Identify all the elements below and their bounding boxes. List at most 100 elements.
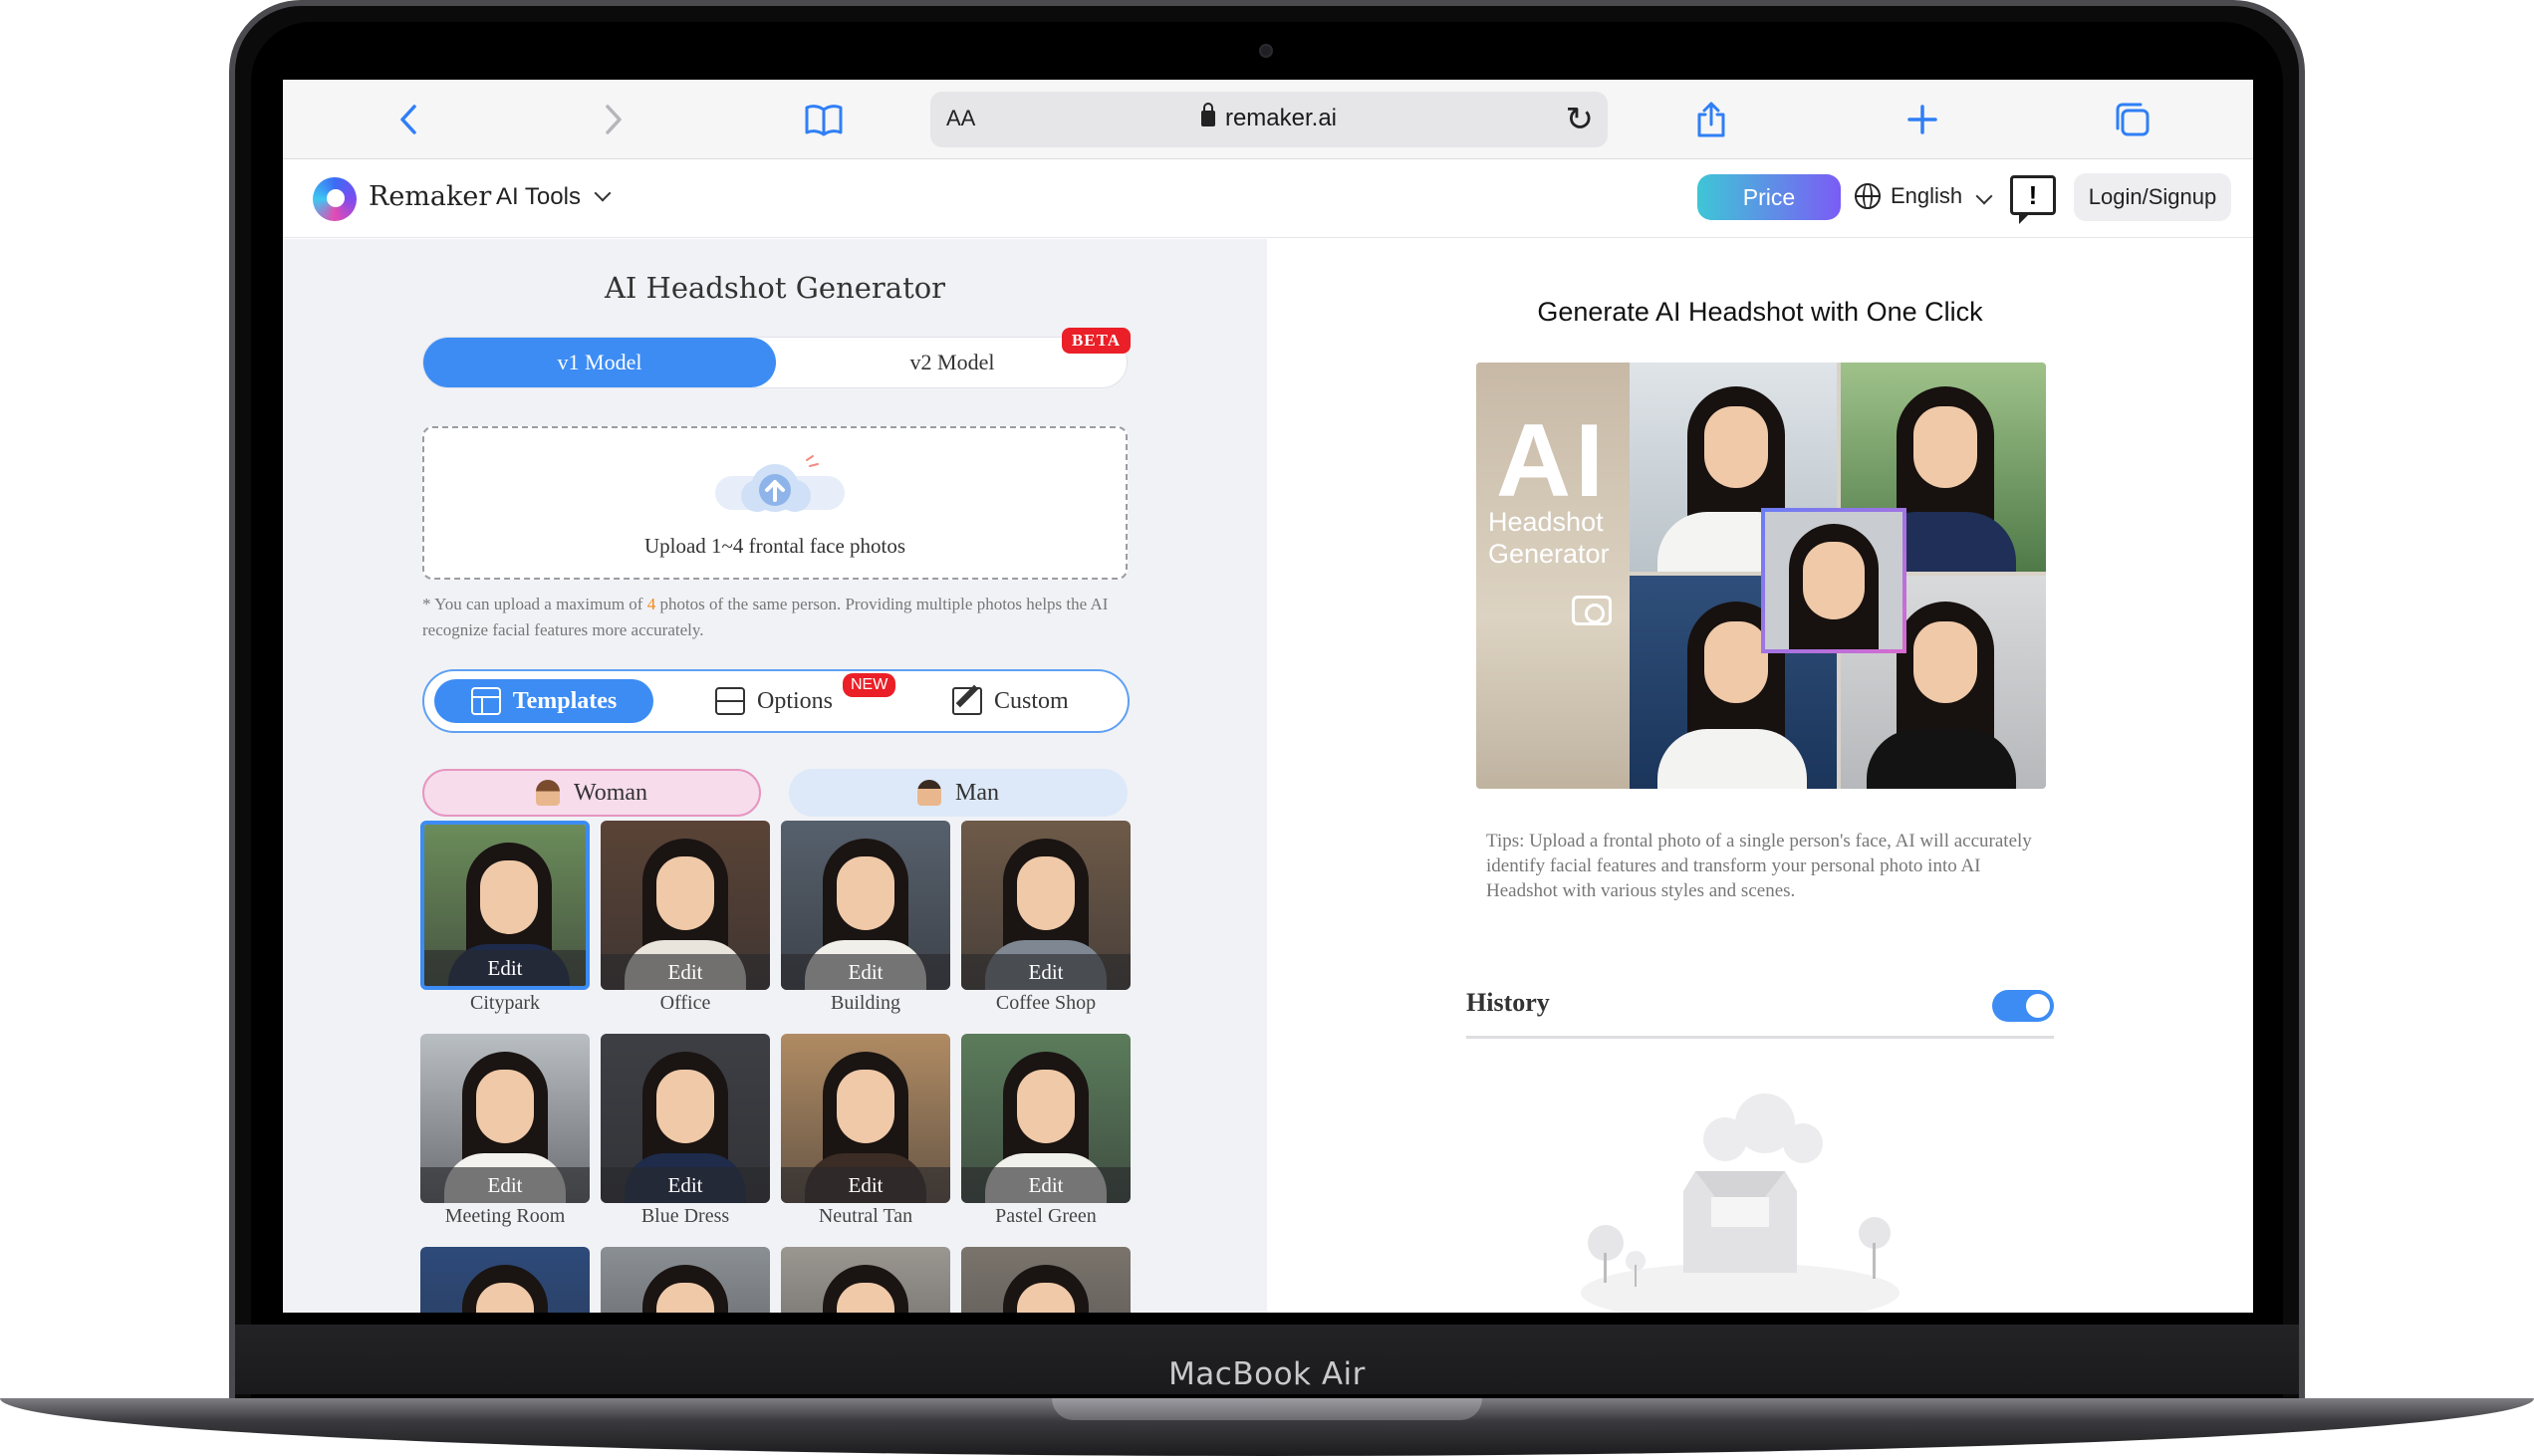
- page-title: AI Headshot Generator: [604, 271, 946, 305]
- tabs-icon[interactable]: [2110, 98, 2154, 141]
- chevron-down-icon: [1975, 187, 1993, 205]
- template-thumbnail[interactable]: Edit: [420, 1034, 590, 1203]
- template-thumbnail[interactable]: [961, 1247, 1131, 1313]
- template-thumbnail[interactable]: Edit: [781, 821, 950, 990]
- edit-template-button[interactable]: Edit: [601, 954, 770, 990]
- template-thumbnail[interactable]: [781, 1247, 950, 1313]
- chevron-down-icon: [594, 184, 612, 202]
- edit-template-button[interactable]: Edit: [424, 950, 586, 986]
- browser-toolbar: AA remaker.ai ↻: [283, 80, 2253, 159]
- template-card[interactable]: Edit Coffee Shop: [961, 821, 1131, 1015]
- remaker-logo[interactable]: [313, 177, 357, 221]
- share-icon[interactable]: [1689, 98, 1733, 141]
- back-icon[interactable]: [386, 98, 430, 141]
- template-label: Meeting Room: [444, 1205, 566, 1227]
- template-label: Building: [830, 992, 900, 1014]
- history-toggle[interactable]: [1992, 990, 2054, 1022]
- mode-tabs: Templates Options NEW Custom: [422, 669, 1130, 733]
- device-brand: MacBook Air: [1168, 1356, 1366, 1392]
- edit-template-button[interactable]: Edit: [961, 1167, 1131, 1203]
- model-switch: v1 Model v2 Model BETA: [422, 328, 1131, 388]
- template-card[interactable]: Edit Meeting Room: [420, 1034, 590, 1228]
- history-heading: History: [1466, 988, 1550, 1017]
- preview-title: Generate AI Headshot with One Click: [1537, 297, 1983, 327]
- template-thumbnail[interactable]: Edit: [961, 821, 1131, 990]
- hero-banner-image: AI Headshot Generator: [1476, 363, 2046, 789]
- lock-icon: [1200, 103, 1215, 126]
- language-selector[interactable]: English: [1855, 183, 1993, 209]
- woman-avatar-icon: [535, 780, 560, 806]
- template-thumbnail[interactable]: [420, 1247, 590, 1313]
- camera-icon: [1259, 44, 1273, 58]
- template-thumbnail[interactable]: [601, 1247, 770, 1313]
- template-label: Pastel Green: [995, 1205, 1097, 1227]
- edit-template-button[interactable]: Edit: [961, 954, 1131, 990]
- hero-source-photo: [1761, 508, 1906, 653]
- hero-subtitle: Headshot Generator: [1488, 507, 1610, 569]
- tab-templates[interactable]: Templates: [434, 679, 653, 723]
- brand-name[interactable]: Remaker: [369, 181, 491, 212]
- bookmarks-icon[interactable]: [802, 98, 846, 141]
- template-thumbnail[interactable]: Edit: [601, 1034, 770, 1203]
- empty-history-illustration: [1581, 1093, 1900, 1313]
- template-label: Citypark: [470, 992, 540, 1014]
- upload-dropzone[interactable]: Upload 1~4 frontal face photos: [422, 426, 1128, 580]
- template-label: Office: [659, 992, 711, 1014]
- template-label: Neutral Tan: [818, 1205, 913, 1227]
- upload-note: * You can upload a maximum of 4 photos o…: [422, 595, 1109, 639]
- generator-panel: AI Headshot Generator v1 Model v2 Model …: [283, 239, 1267, 1313]
- globe-icon: [1855, 183, 1881, 209]
- edit-template-button[interactable]: Edit: [781, 954, 950, 990]
- template-label: Coffee Shop: [995, 992, 1097, 1014]
- ai-tools-label: AI Tools: [496, 183, 581, 210]
- new-tab-icon[interactable]: [1900, 98, 1944, 141]
- laptop-hinge-notch: [1052, 1398, 1482, 1420]
- template-label: Blue Dress: [640, 1205, 730, 1227]
- templates-icon: [470, 687, 501, 715]
- template-card[interactable]: Edit Office: [601, 821, 770, 1015]
- edit-template-button[interactable]: Edit: [781, 1167, 950, 1203]
- tips-text: Tips: Upload a frontal photo of a single…: [1486, 831, 2032, 901]
- template-thumbnail[interactable]: Edit: [961, 1034, 1131, 1203]
- template-card[interactable]: Edit Blue Dress: [601, 1034, 770, 1228]
- template-thumbnail[interactable]: Edit: [781, 1034, 950, 1203]
- reload-icon[interactable]: ↻: [1566, 100, 1595, 139]
- address-bar[interactable]: AA remaker.ai ↻: [930, 92, 1608, 147]
- camera-icon: [1572, 596, 1612, 625]
- language-label: English: [1891, 183, 1963, 208]
- template-card[interactable]: Edit Pastel Green: [961, 1034, 1131, 1228]
- ai-tools-menu[interactable]: AI Tools: [496, 183, 612, 211]
- preview-panel: Generate AI Headshot with One Click AI H…: [1267, 239, 2253, 1313]
- feedback-icon[interactable]: !: [2010, 175, 2056, 224]
- template-card[interactable]: [420, 1247, 590, 1313]
- history-divider: [1466, 1036, 2054, 1039]
- template-card[interactable]: [781, 1247, 950, 1313]
- gender-woman-button[interactable]: Woman: [422, 769, 761, 817]
- template-thumbnail[interactable]: Edit: [601, 821, 770, 990]
- edit-template-button[interactable]: Edit: [420, 1167, 590, 1203]
- new-badge: NEW: [843, 673, 896, 697]
- forward-icon[interactable]: [592, 98, 635, 141]
- edit-template-button[interactable]: Edit: [601, 1167, 770, 1203]
- hero-ai-text: AI: [1496, 403, 1608, 519]
- price-button[interactable]: Price: [1697, 174, 1841, 220]
- template-card[interactable]: Edit Citypark: [420, 821, 590, 1015]
- options-icon: [715, 687, 745, 715]
- template-card[interactable]: Edit Neutral Tan: [781, 1034, 950, 1228]
- template-card[interactable]: [601, 1247, 770, 1313]
- template-card[interactable]: [961, 1247, 1131, 1313]
- gender-man-button[interactable]: Man: [789, 769, 1128, 817]
- v1-model-tab[interactable]: v1 Model: [423, 338, 776, 387]
- login-signup-button[interactable]: Login/Signup: [2074, 173, 2231, 221]
- tab-options[interactable]: Options: [715, 679, 833, 723]
- template-card[interactable]: Edit Building: [781, 821, 950, 1015]
- screen: AA remaker.ai ↻ Remaker AI Tools Price E…: [283, 80, 2253, 1313]
- cloud-upload-icon: [715, 455, 845, 512]
- max-photo-count: 4: [646, 595, 656, 613]
- template-thumbnail[interactable]: Edit: [420, 821, 590, 990]
- tab-custom[interactable]: Custom: [952, 679, 1069, 723]
- edit-icon: [952, 687, 982, 715]
- url-text: remaker.ai: [1224, 105, 1338, 131]
- beta-badge: BETA: [1061, 328, 1131, 354]
- upload-instruction: Upload 1~4 frontal face photos: [643, 534, 906, 558]
